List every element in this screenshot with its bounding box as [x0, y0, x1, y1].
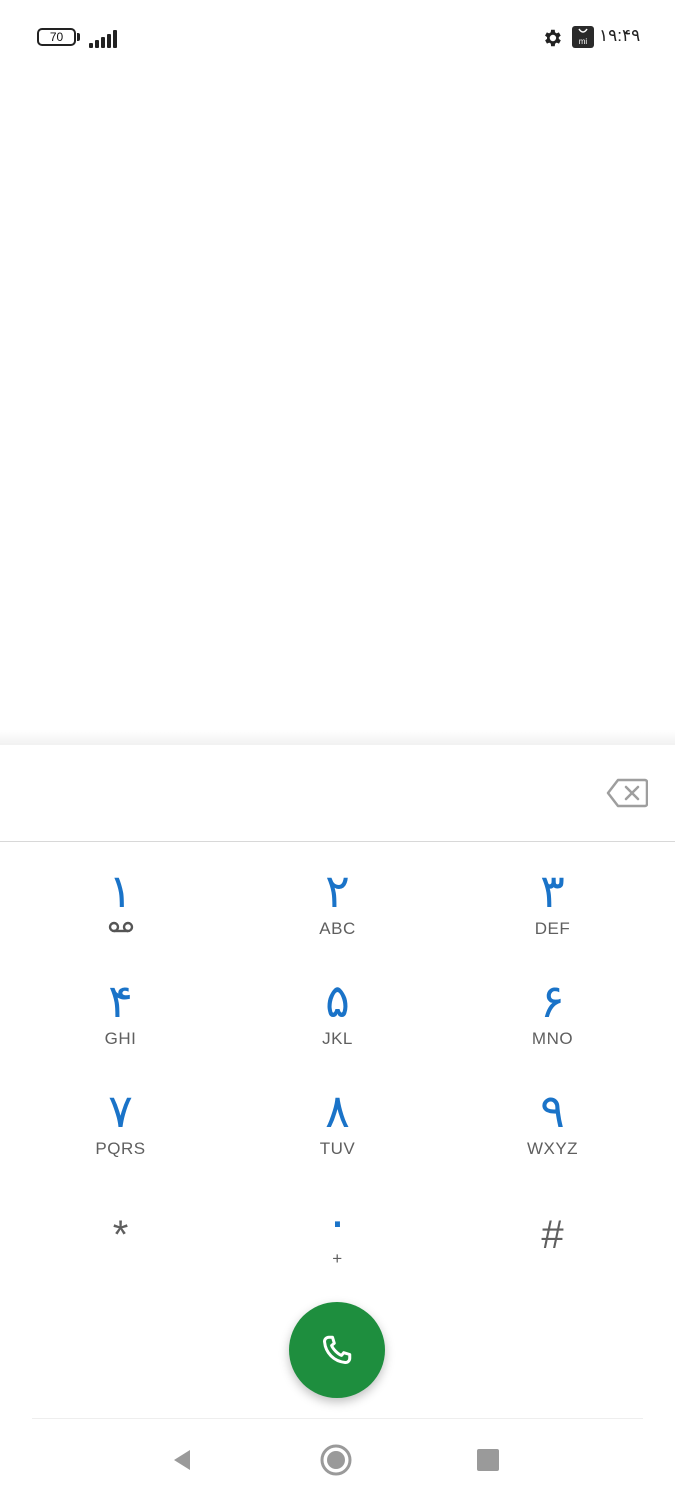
- key-letters: +: [332, 1249, 343, 1268]
- battery-tip: [77, 33, 80, 41]
- key-4[interactable]: ۴ GHI: [8, 963, 233, 1073]
- clock: ۱۹:۴۹: [599, 26, 641, 45]
- key-letters: JKL: [322, 1029, 353, 1048]
- key-0[interactable]: ۰ +: [225, 1183, 450, 1293]
- key-pound[interactable]: #: [440, 1183, 665, 1293]
- voicemail-icon: [108, 921, 133, 933]
- home-icon[interactable]: [319, 1443, 353, 1477]
- key-digit: ۶: [540, 974, 565, 1028]
- key-star[interactable]: *: [8, 1183, 233, 1293]
- mi-store-icon: mi: [572, 26, 594, 48]
- key-letters: MNO: [531, 1029, 574, 1048]
- key-digit: #: [541, 1213, 564, 1257]
- key-letters: WXYZ: [526, 1139, 579, 1158]
- key-digit: ۵: [325, 974, 350, 1028]
- key-9[interactable]: ۹ WXYZ: [440, 1073, 665, 1183]
- status-bar: 70 mi ۱۹:۴۹: [0, 0, 675, 76]
- key-letters: PQRS: [95, 1139, 146, 1158]
- number-display[interactable]: [0, 745, 675, 842]
- key-digit: ۱: [108, 864, 133, 918]
- key-digit: ۹: [540, 1084, 565, 1138]
- phone-icon: [323, 1335, 352, 1364]
- recents-icon[interactable]: [477, 1449, 499, 1471]
- key-5[interactable]: ۵ JKL: [225, 963, 450, 1073]
- key-7[interactable]: ۷ PQRS: [8, 1073, 233, 1183]
- key-2[interactable]: ۲ ABC: [225, 853, 450, 963]
- key-1[interactable]: ۱: [8, 853, 233, 963]
- key-6[interactable]: ۶ MNO: [440, 963, 665, 1073]
- key-3[interactable]: ۳ DEF: [440, 853, 665, 963]
- call-button[interactable]: [289, 1302, 385, 1398]
- backspace-icon[interactable]: [606, 778, 648, 808]
- signal-icon: [89, 28, 119, 48]
- gear-icon: [545, 29, 561, 47]
- dialer-shadow: [0, 730, 675, 746]
- key-8[interactable]: ۸ TUV: [225, 1073, 450, 1183]
- nav-divider: [32, 1418, 643, 1419]
- back-icon[interactable]: [170, 1448, 194, 1472]
- key-letters: TUV: [319, 1139, 356, 1158]
- key-letters: ABC: [319, 919, 356, 938]
- battery-icon: 70: [37, 28, 76, 46]
- key-letters: DEF: [534, 919, 571, 938]
- key-digit: ۲: [325, 864, 350, 918]
- key-digit: ۷: [108, 1084, 133, 1138]
- key-letters: GHI: [104, 1029, 137, 1048]
- key-digit: ۳: [540, 864, 565, 918]
- key-digit: ۴: [108, 974, 133, 1028]
- key-digit: *: [112, 1213, 129, 1257]
- mi-label: mi: [578, 37, 588, 46]
- battery-level: 70: [49, 30, 64, 44]
- key-digit: ۰: [325, 1194, 350, 1248]
- key-digit: ۸: [325, 1084, 350, 1138]
